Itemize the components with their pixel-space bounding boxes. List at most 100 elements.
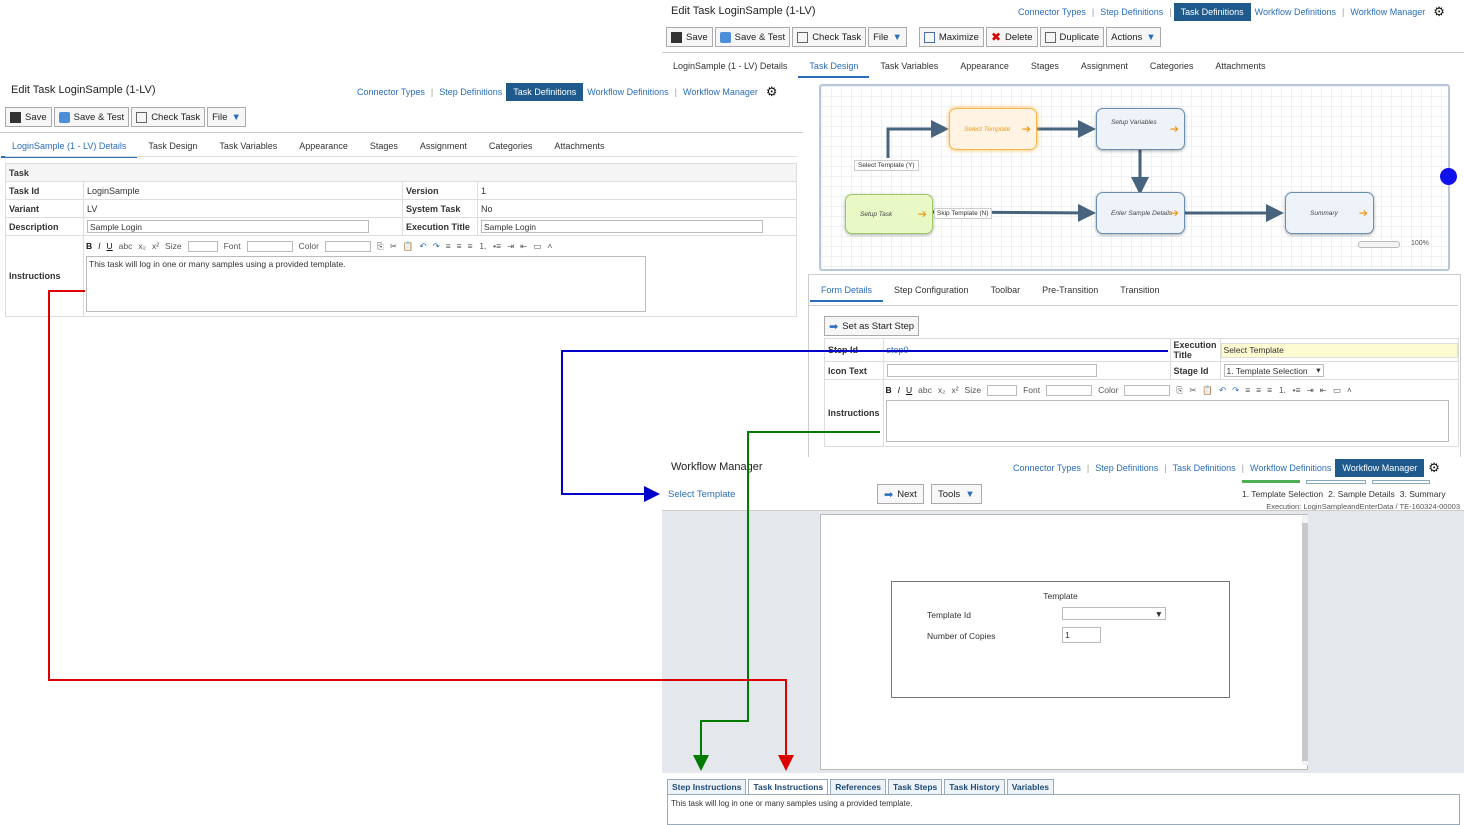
size-select[interactable] [987,384,1018,396]
zoom-slider[interactable] [1358,241,1400,248]
nav-connector-types[interactable]: Connector Types [1014,7,1090,17]
bold-icon[interactable]: B [886,385,892,395]
cut-icon[interactable]: ✂ [390,241,397,252]
tab-assignment[interactable]: Assignment [1070,61,1139,78]
nav-task-definitions[interactable]: Task Definitions [1169,463,1240,473]
instructions-editor[interactable] [885,400,1449,442]
nav-workflow-definitions[interactable]: Workflow Definitions [1251,7,1340,17]
indent-icon[interactable]: ⇥ [1307,385,1314,396]
source-icon[interactable]: ▭ [533,241,541,252]
actions-menu-button[interactable]: Actions ▼ [1106,27,1161,47]
nav-workflow-definitions[interactable]: Workflow Definitions [583,87,672,97]
tab-appearance[interactable]: Appearance [949,61,1020,78]
set-start-step-button[interactable]: ➡ Set as Start Step [824,316,920,336]
save-test-button[interactable]: Save & Test [714,27,791,47]
tab-task-design[interactable]: Task Design [798,61,870,78]
node-select-template[interactable]: Select Template ➔ [949,108,1037,150]
save-test-button[interactable]: Save & Test [53,107,130,127]
ordered-list-icon[interactable]: ⒈ [479,240,488,252]
subscript-icon[interactable]: x₂ [138,241,146,251]
italic-icon[interactable]: I [898,385,900,395]
gear-icon[interactable]: ⚙ [1428,460,1440,476]
italic-icon[interactable]: I [98,241,100,251]
gear-icon[interactable]: ⚙ [1433,4,1445,20]
tab-form-details[interactable]: Form Details [810,285,884,302]
outdent-icon[interactable]: ⇤ [520,241,527,252]
step-3-label[interactable]: 3. Summary [1400,489,1446,499]
nav-step-definitions[interactable]: Step Definitions [1091,463,1162,473]
tab-task-variables[interactable]: Task Variables [869,61,949,78]
bold-icon[interactable]: B [86,241,92,251]
check-task-button[interactable]: Check Task [131,107,206,127]
size-select[interactable] [187,240,218,252]
instructions-editor[interactable]: This task will log in one or many sample… [86,256,646,312]
tab-step-instructions[interactable]: Step Instructions [667,779,747,795]
copy-icon[interactable]: ⎘ [1176,385,1183,396]
file-menu-button[interactable]: File ▼ [868,27,907,47]
nav-workflow-manager[interactable]: Workflow Manager [1346,7,1429,17]
bullet-list-icon[interactable]: •≡ [493,241,501,251]
align-left-icon[interactable]: ≡ [1245,385,1250,395]
template-id-select[interactable]: ▼ [1062,607,1166,620]
align-right-icon[interactable]: ≡ [468,241,473,251]
duplicate-button[interactable]: Duplicate [1039,27,1105,47]
tab-variables[interactable]: Variables [1006,779,1055,795]
nav-task-definitions[interactable]: Task Definitions [1173,3,1251,21]
source-icon[interactable]: ▭ [1333,385,1341,396]
check-task-button[interactable]: Check Task [792,27,867,47]
step-2-label[interactable]: 2. Sample Details [1328,489,1395,499]
color-select[interactable] [1124,384,1171,396]
node-setup-variables[interactable]: Setup Variables ➔ [1096,108,1185,150]
underline-icon[interactable]: U [107,241,113,251]
description-input[interactable]: Sample Login [87,220,369,233]
node-summary[interactable]: Summary ➔ [1285,192,1374,234]
tab-stages[interactable]: Stages [1020,61,1070,78]
workflow-canvas[interactable]: Setup Task ➔ Select Template ➔ Setup Varia… [819,84,1450,271]
nav-step-definitions[interactable]: Step Definitions [435,87,506,97]
execution-title-input[interactable]: Select Template [1220,342,1458,358]
superscript-icon[interactable]: x² [152,241,159,251]
tab-task-history[interactable]: Task History [944,779,1005,795]
font-select[interactable] [246,240,293,252]
stage-id-select[interactable]: 1. Template Selection ▾ [1223,364,1324,377]
nav-workflow-manager[interactable]: Workflow Manager [1335,459,1425,477]
copies-input[interactable]: 1 [1062,627,1101,643]
file-menu-button[interactable]: File ▼ [207,107,246,127]
superscript-icon[interactable]: x² [951,385,958,395]
subscript-icon[interactable]: x₂ [938,385,946,395]
tab-pre-transition[interactable]: Pre-Transition [1031,285,1109,302]
execution-title-input[interactable]: Sample Login [481,220,763,233]
step-1-label[interactable]: 1. Template Selection [1242,489,1323,499]
nav-step-definitions[interactable]: Step Definitions [1096,7,1167,17]
resize-handle[interactable] [1440,168,1457,185]
tools-menu-button[interactable]: Tools ▼ [931,484,982,504]
nav-workflow-definitions[interactable]: Workflow Definitions [1246,463,1335,473]
collapse-icon[interactable]: ˄ [547,241,552,251]
collapse-icon[interactable]: ˄ [1347,385,1352,395]
undo-icon[interactable]: ↶ [419,241,426,252]
node-setup-task[interactable]: Setup Task ➔ [845,194,933,234]
scrollbar[interactable] [1302,515,1308,765]
font-select[interactable] [1046,384,1093,396]
align-center-icon[interactable]: ≡ [457,241,462,251]
outdent-icon[interactable]: ⇤ [1320,385,1327,396]
redo-icon[interactable]: ↷ [1232,385,1239,396]
strike-icon[interactable]: abc [119,241,133,251]
nav-connector-types[interactable]: Connector Types [1009,463,1085,473]
strike-icon[interactable]: abc [918,385,932,395]
save-button[interactable]: Save [5,107,52,127]
nav-workflow-manager[interactable]: Workflow Manager [679,87,762,97]
maximize-button[interactable]: Maximize [918,27,984,47]
tab-toolbar[interactable]: Toolbar [980,285,1032,302]
scrollbar-thumb[interactable] [1302,523,1308,761]
redo-icon[interactable]: ↷ [433,241,440,252]
paste-icon[interactable]: 📋 [403,241,414,252]
underline-icon[interactable]: U [906,385,912,395]
gear-icon[interactable]: ⚙ [766,84,778,100]
tab-task-instructions[interactable]: Task Instructions [748,779,829,795]
tab-details[interactable]: LoginSample (1 - LV) Details [662,61,798,78]
nav-connector-types[interactable]: Connector Types [353,87,429,97]
nav-task-definitions[interactable]: Task Definitions [506,83,584,101]
paste-icon[interactable]: 📋 [1202,385,1213,396]
align-right-icon[interactable]: ≡ [1267,385,1272,395]
